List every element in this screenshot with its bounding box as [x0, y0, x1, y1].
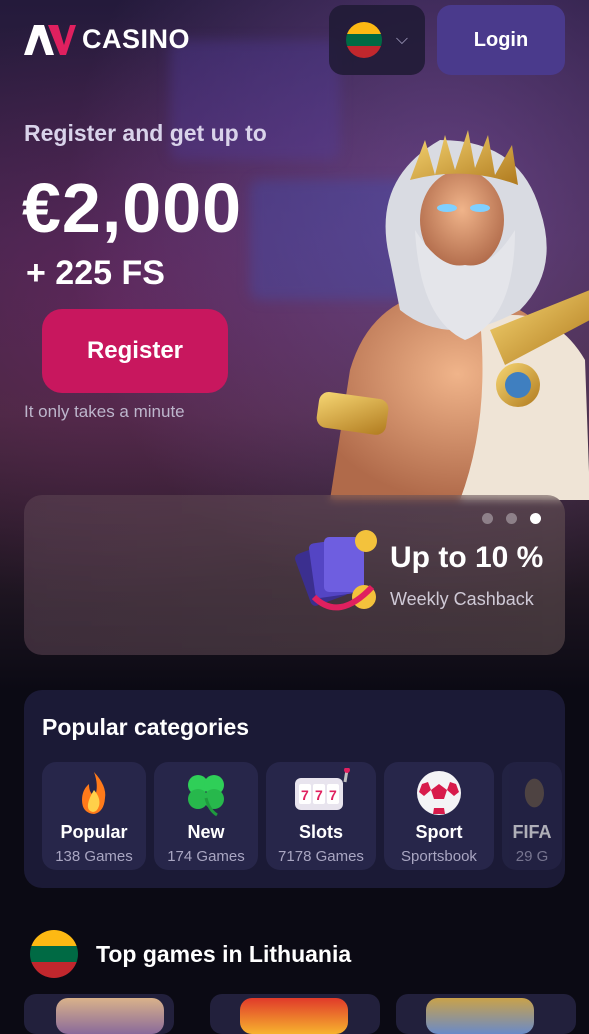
- casino-logo[interactable]: CASINO: [24, 24, 190, 55]
- carousel-dot[interactable]: [482, 513, 493, 524]
- category-popular[interactable]: Popular 138 Games: [42, 762, 146, 870]
- login-button[interactable]: Login: [437, 5, 565, 75]
- category-name: FIFA: [512, 822, 552, 842]
- lithuania-flag-icon: [345, 22, 382, 58]
- zeus-character-illustration: [316, 130, 589, 500]
- carousel-dot-active[interactable]: [530, 513, 541, 524]
- cashback-title: Up to 10 %: [390, 541, 544, 574]
- promo-subtitle: Register and get up to: [24, 120, 267, 146]
- category-slots[interactable]: 7 7 7 Slots 7178 Games: [266, 762, 376, 870]
- logo-text: CASINO: [82, 24, 191, 54]
- category-new[interactable]: New 174 Games: [154, 762, 258, 870]
- categories-title: Popular categories: [42, 714, 250, 740]
- carousel-dots: [482, 513, 541, 524]
- category-name: Popular: [60, 822, 128, 842]
- category-name: New: [187, 822, 225, 842]
- category-list: Popular 138 Games New 174 Games 7 7 7 Sl…: [42, 762, 562, 870]
- promo-amount: €2,000: [22, 169, 243, 247]
- game-card[interactable]: [396, 994, 576, 1034]
- svg-text:7: 7: [329, 787, 337, 803]
- category-count: Sportsbook: [401, 848, 477, 865]
- category-name: Slots: [298, 822, 343, 842]
- clover-icon: [188, 775, 224, 817]
- fifa-icon: [524, 778, 544, 808]
- svg-text:7: 7: [315, 787, 323, 803]
- promo-note: It only takes a minute: [24, 402, 185, 421]
- game-card[interactable]: [24, 994, 174, 1034]
- lithuania-flag-icon: [30, 930, 78, 978]
- cashback-cards-icon: [295, 530, 377, 611]
- logo-mark-icon: [24, 24, 76, 55]
- category-sport[interactable]: Sport Sportsbook: [384, 762, 494, 870]
- top-games-title: Top games in Lithuania: [96, 940, 352, 967]
- top-games-header: Top games in Lithuania: [30, 930, 351, 978]
- top-bar: CASINO ⌵ Login: [0, 0, 589, 80]
- svg-text:7: 7: [301, 787, 309, 803]
- category-fifa[interactable]: FIFA 29 G: [502, 762, 562, 870]
- fire-icon: [82, 772, 106, 814]
- chevron-down-icon: ⌵: [395, 31, 409, 48]
- cashback-carousel-slide[interactable]: Up to 10 % Weekly Cashback: [24, 495, 565, 655]
- register-button[interactable]: Register: [42, 309, 228, 393]
- category-count: 174 Games: [167, 848, 245, 865]
- slot-machine-icon: 7 7 7: [295, 768, 350, 810]
- top-games-list: [0, 994, 589, 1034]
- category-name: Sport: [415, 822, 463, 842]
- language-selector[interactable]: ⌵: [329, 5, 425, 75]
- popular-categories-panel: Popular categories Popular 138 Games New…: [24, 690, 565, 888]
- category-count: 29 G: [515, 848, 549, 865]
- promo-free-spins: + 225 FS: [26, 254, 165, 292]
- category-count: 7178 Games: [278, 848, 364, 865]
- category-count: 138 Games: [55, 848, 133, 865]
- carousel-dot[interactable]: [506, 513, 517, 524]
- soccer-ball-icon: [417, 771, 461, 815]
- game-card[interactable]: [210, 994, 380, 1034]
- cashback-subtitle: Weekly Cashback: [390, 589, 534, 609]
